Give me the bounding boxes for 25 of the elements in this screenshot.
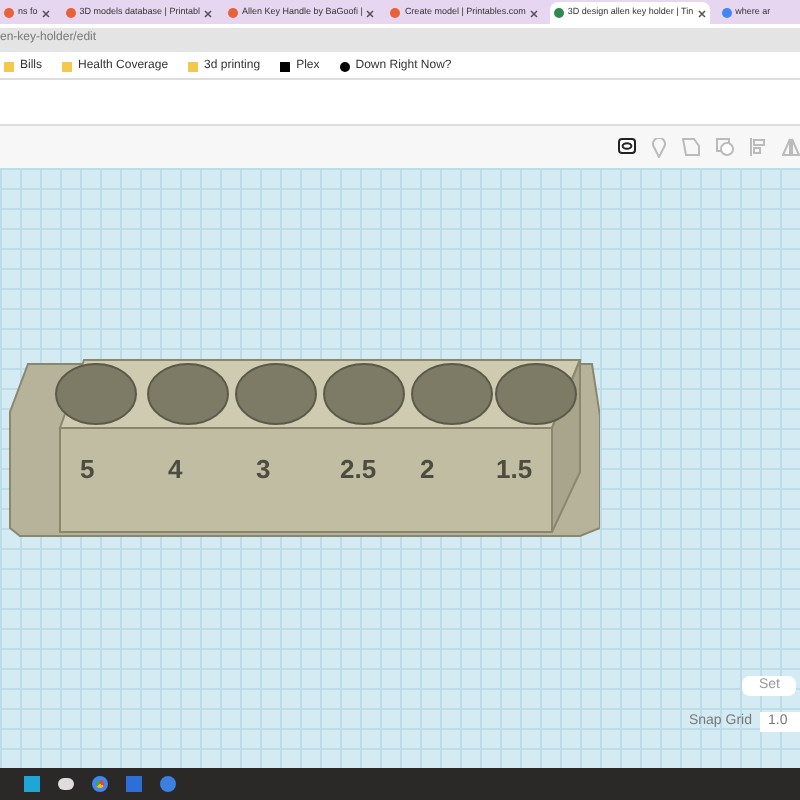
bookmark-icon (62, 61, 73, 71)
site-icon (227, 8, 238, 18)
size-label: 2 (420, 452, 435, 488)
size-label: 5 (80, 452, 95, 488)
close-icon[interactable] (41, 9, 50, 17)
site-icon (390, 8, 401, 18)
chrome-icon[interactable] (92, 776, 108, 792)
site-icon (721, 8, 732, 18)
site-icon (4, 8, 14, 18)
site-icon (65, 8, 76, 18)
bookmark-icon (4, 61, 14, 71)
bookmark-icon (188, 61, 199, 71)
size-label: 2.5 (340, 452, 377, 488)
close-icon[interactable] (529, 9, 538, 17)
note-icon[interactable] (618, 137, 636, 157)
close-icon[interactable] (203, 9, 212, 17)
close-icon[interactable] (697, 9, 706, 17)
site-icon (553, 8, 564, 18)
bookmark-icon (280, 61, 291, 71)
size-label: 4 (168, 452, 183, 488)
close-icon[interactable] (366, 9, 375, 17)
bookmark-icon (339, 61, 350, 71)
size-label: 1.5 (496, 452, 533, 488)
size-label: 3 (256, 452, 271, 488)
app-icon[interactable] (58, 778, 74, 790)
